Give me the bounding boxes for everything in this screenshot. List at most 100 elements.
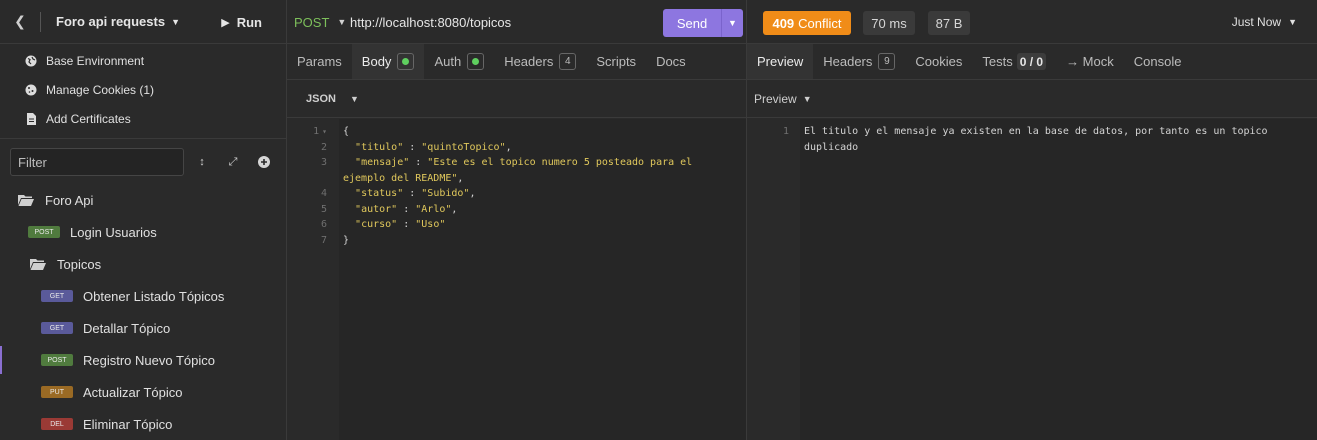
- request-actualizar-topico[interactable]: PUT Actualizar Tópico: [41, 380, 182, 404]
- tab-label: Console: [1133, 54, 1182, 69]
- code-line: "titulo" : "quintoTopico",: [355, 141, 512, 153]
- brace: }: [343, 234, 350, 246]
- request-tabs: Params Body Auth Headers 4 Scripts Docs: [287, 44, 746, 80]
- method-badge: GET: [41, 322, 73, 334]
- tab-docs[interactable]: Docs: [646, 44, 696, 79]
- tab-label: Scripts: [596, 54, 637, 69]
- tab-response-headers[interactable]: Headers 9: [813, 44, 905, 79]
- send-label: Send: [676, 15, 708, 31]
- sidebar: ❮ Foro api requests ▼ ▶ Run Base Environ…: [0, 0, 287, 440]
- format-label: JSON: [306, 92, 336, 105]
- fold-chevron-icon[interactable]: ▾: [322, 127, 327, 136]
- response-body-text: El titulo y el mensaje ya existen en la …: [800, 119, 1317, 440]
- line-number: 1: [782, 126, 789, 137]
- request-detallar-topico[interactable]: GET Detallar Tópico: [41, 316, 170, 340]
- line-number: 7: [320, 234, 327, 246]
- json-key: "mensaje": [355, 157, 410, 168]
- code-line: "mensaje" : "Este es el topico numero 5 …: [355, 157, 693, 168]
- send-options-caret-icon[interactable]: ▼: [722, 18, 743, 28]
- tab-label: Auth: [434, 54, 462, 69]
- base-environment-label: Base Environment: [46, 54, 145, 68]
- manage-cookies-label: Manage Cookies (1): [46, 83, 155, 97]
- tab-auth[interactable]: Auth: [424, 44, 494, 79]
- folder-open-icon: [30, 259, 46, 270]
- line-number: 3: [320, 157, 327, 168]
- code-area[interactable]: { "titulo" : "quintoTopico", "mensaje" :…: [339, 119, 746, 440]
- request-registro-nuevo-topico[interactable]: POST Registro Nuevo Tópico: [41, 348, 215, 372]
- request-login-usuarios[interactable]: POST Login Usuarios: [28, 220, 157, 244]
- tab-body[interactable]: Body: [351, 44, 425, 79]
- folder-label: Foro Api: [45, 192, 94, 208]
- tab-mock[interactable]: → Mock: [1056, 44, 1124, 79]
- tab-label: Cookies: [915, 54, 963, 69]
- tab-headers[interactable]: Headers 4: [494, 44, 586, 79]
- expand-icon[interactable]: ⤢: [226, 155, 240, 169]
- folder-open-icon: [18, 195, 34, 206]
- collection-title-dropdown[interactable]: Foro api requests ▼: [56, 14, 180, 29]
- response-body-viewer: 1 El titulo y el mensaje ya existen en l…: [747, 119, 1317, 440]
- tab-label: Headers: [823, 54, 873, 69]
- header-divider: [40, 11, 41, 32]
- tab-params[interactable]: Params: [287, 44, 352, 79]
- tests-count-badge: 0 / 0: [1016, 53, 1047, 70]
- json-value-wrap: ejemplo del README": [343, 172, 458, 184]
- response-tabs: Preview Headers 9 Cookies Tests 0 / 0 → …: [747, 44, 1317, 80]
- status-code: 409: [772, 15, 795, 31]
- send-button[interactable]: Send ▼: [663, 9, 743, 37]
- sort-icon[interactable]: ↕: [195, 155, 209, 169]
- url-bar: POST ▼ http://localhost:8080/topicos Sen…: [287, 0, 746, 44]
- tab-cookies[interactable]: Cookies: [905, 44, 972, 79]
- request-label: Detallar Tópico: [83, 320, 171, 336]
- caret-down-icon: ▼: [802, 93, 812, 104]
- play-icon: ▶: [221, 16, 230, 29]
- code-line: "curso" : "Uso": [355, 219, 446, 230]
- url-input[interactable]: http://localhost:8080/topicos: [350, 0, 511, 44]
- tab-label: Params: [297, 54, 342, 69]
- method-selector[interactable]: POST ▼: [294, 0, 346, 44]
- tab-label: Docs: [656, 54, 686, 69]
- add-certificates-link[interactable]: Add Certificates: [25, 112, 131, 126]
- folder-foro-api[interactable]: Foro Api: [18, 188, 93, 212]
- json-value: "Arlo": [415, 203, 452, 215]
- method-badge: DEL: [41, 418, 73, 430]
- line-number: 5: [320, 203, 327, 215]
- manage-cookies-link[interactable]: Manage Cookies (1): [25, 83, 154, 97]
- tab-label: → Mock: [1066, 54, 1114, 69]
- request-obtener-listado[interactable]: GET Obtener Listado Tópicos: [41, 284, 224, 308]
- request-body-editor[interactable]: 1 ▾ 2 3 4 5 6 7 { "titulo" : "quintoTopic…: [287, 119, 746, 440]
- tab-scripts[interactable]: Scripts: [586, 44, 646, 79]
- caret-down-icon: ▼: [337, 17, 347, 27]
- timestamp-label: Just Now: [1231, 15, 1282, 29]
- line-number: 4: [320, 188, 327, 199]
- size-badge: 87 B: [928, 11, 970, 35]
- caret-down-icon: ▼: [349, 93, 359, 104]
- response-pane: 409 Conflict 70 ms 87 B Just Now ▼ Previ…: [747, 0, 1317, 440]
- line-number: 6: [320, 219, 327, 230]
- folder-topicos[interactable]: Topicos: [30, 252, 101, 276]
- body-format-selector[interactable]: JSON ▼: [287, 80, 746, 118]
- back-chevron-icon[interactable]: ❮: [0, 0, 40, 44]
- add-certificates-label: Add Certificates: [46, 112, 131, 126]
- brace: {: [343, 126, 350, 137]
- headers-count-badge: 9: [878, 53, 896, 70]
- time-badge: 70 ms: [863, 11, 915, 35]
- json-value: "Este es el topico numero 5 posteado par…: [427, 157, 693, 168]
- status-text: Conflict: [798, 15, 842, 31]
- sidebar-divider: [0, 138, 286, 139]
- request-label: Registro Nuevo Tópico: [83, 352, 215, 368]
- filter-input[interactable]: [10, 148, 184, 176]
- request-eliminar-topico[interactable]: DEL Eliminar Tópico: [41, 412, 172, 436]
- history-dropdown[interactable]: Just Now ▼: [1232, 0, 1297, 44]
- tab-tests[interactable]: Tests 0 / 0: [972, 44, 1056, 79]
- active-indicator: [0, 346, 2, 374]
- request-pane: POST ▼ http://localhost:8080/topicos Sen…: [287, 0, 747, 440]
- base-environment-link[interactable]: Base Environment: [25, 54, 144, 68]
- tab-preview[interactable]: Preview: [747, 44, 814, 79]
- active-dot-icon: [397, 53, 415, 70]
- add-icon[interactable]: [257, 155, 271, 169]
- json-value: "Subido": [421, 188, 470, 199]
- tab-console[interactable]: Console: [1124, 44, 1192, 79]
- tab-label: Tests: [982, 54, 1013, 69]
- run-button[interactable]: ▶ Run: [221, 0, 262, 44]
- preview-mode-selector[interactable]: Preview ▼: [747, 80, 1317, 118]
